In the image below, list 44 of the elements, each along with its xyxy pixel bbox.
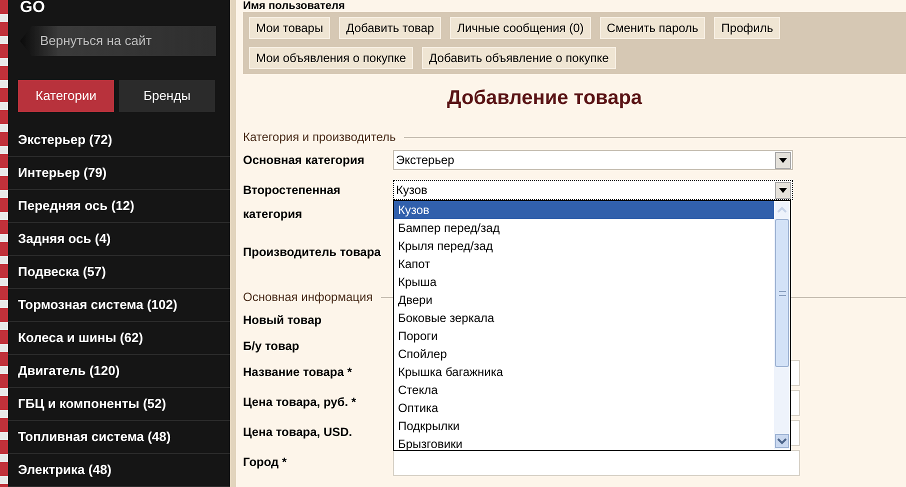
nav-button[interactable]: Мои объявления о покупке xyxy=(249,47,414,69)
field-label: Основная категория xyxy=(243,152,366,169)
field-label: Название товара * xyxy=(243,364,353,381)
dropdown-option[interactable]: Оптика xyxy=(394,399,774,417)
section-title: Основная информация xyxy=(243,289,373,306)
field-label: Второстепенная категория xyxy=(243,182,342,223)
field-label: Цена товара, USD. xyxy=(243,424,354,441)
dropdown-option[interactable]: Стекла xyxy=(394,381,774,399)
input-field[interactable] xyxy=(393,450,800,476)
nav-button[interactable]: Сменить пароль xyxy=(600,17,706,39)
select-field[interactable]: Кузов xyxy=(393,180,793,200)
dropdown-option[interactable]: Крышка багажника xyxy=(394,363,774,381)
dropdown-option[interactable]: Бампер перед/зад xyxy=(394,219,774,237)
sidebar-tab[interactable]: Категории xyxy=(18,80,114,112)
field-label: Производитель товара xyxy=(243,244,382,261)
page-title: Добавление товара xyxy=(446,86,644,110)
dropdown-option[interactable]: Капот xyxy=(394,255,774,273)
dropdown-option[interactable]: Двери xyxy=(394,291,774,309)
back-button[interactable]: Вернуться на сайт xyxy=(20,26,216,56)
dropdown-option[interactable]: Спойлер xyxy=(394,345,774,363)
nav-button[interactable]: Мои товары xyxy=(249,17,330,39)
scrollbar-drawing[interactable] xyxy=(774,201,790,450)
section-title: Категория и производитель xyxy=(243,129,396,146)
scroll-down-icon[interactable] xyxy=(775,434,789,448)
caret-icon[interactable] xyxy=(775,152,791,168)
field-label: Новый товар xyxy=(243,312,323,329)
logo-text: GO xyxy=(19,0,46,16)
dropdown-option[interactable]: Крыша xyxy=(394,273,774,291)
dropdown-option[interactable]: Крыля перед/зад xyxy=(394,237,774,255)
nav-button[interactable]: Профиль xyxy=(714,17,780,39)
nav-button[interactable]: Личные сообщения (0) xyxy=(450,17,591,39)
dropdown-option[interactable]: Кузов xyxy=(394,201,774,219)
field-label: Город * xyxy=(243,454,288,471)
username-text: Имя пользователя xyxy=(243,0,346,12)
nav-button[interactable]: Добавить объявление о покупке xyxy=(422,47,616,69)
sidebar-tab[interactable]: Бренды xyxy=(119,80,215,112)
select-field[interactable]: Экстерьер xyxy=(393,150,793,170)
dropdown-option[interactable]: Боковые зеркала xyxy=(394,309,774,327)
field-label: Цена товара, руб. * xyxy=(243,394,358,411)
caret-icon[interactable] xyxy=(775,182,791,198)
field-label: Б/у товар xyxy=(243,338,300,355)
dropdown-option[interactable]: Подкрылки xyxy=(394,417,774,435)
dropdown-option[interactable]: Пороги xyxy=(394,327,774,345)
nav-button[interactable]: Добавить товар xyxy=(339,17,442,39)
